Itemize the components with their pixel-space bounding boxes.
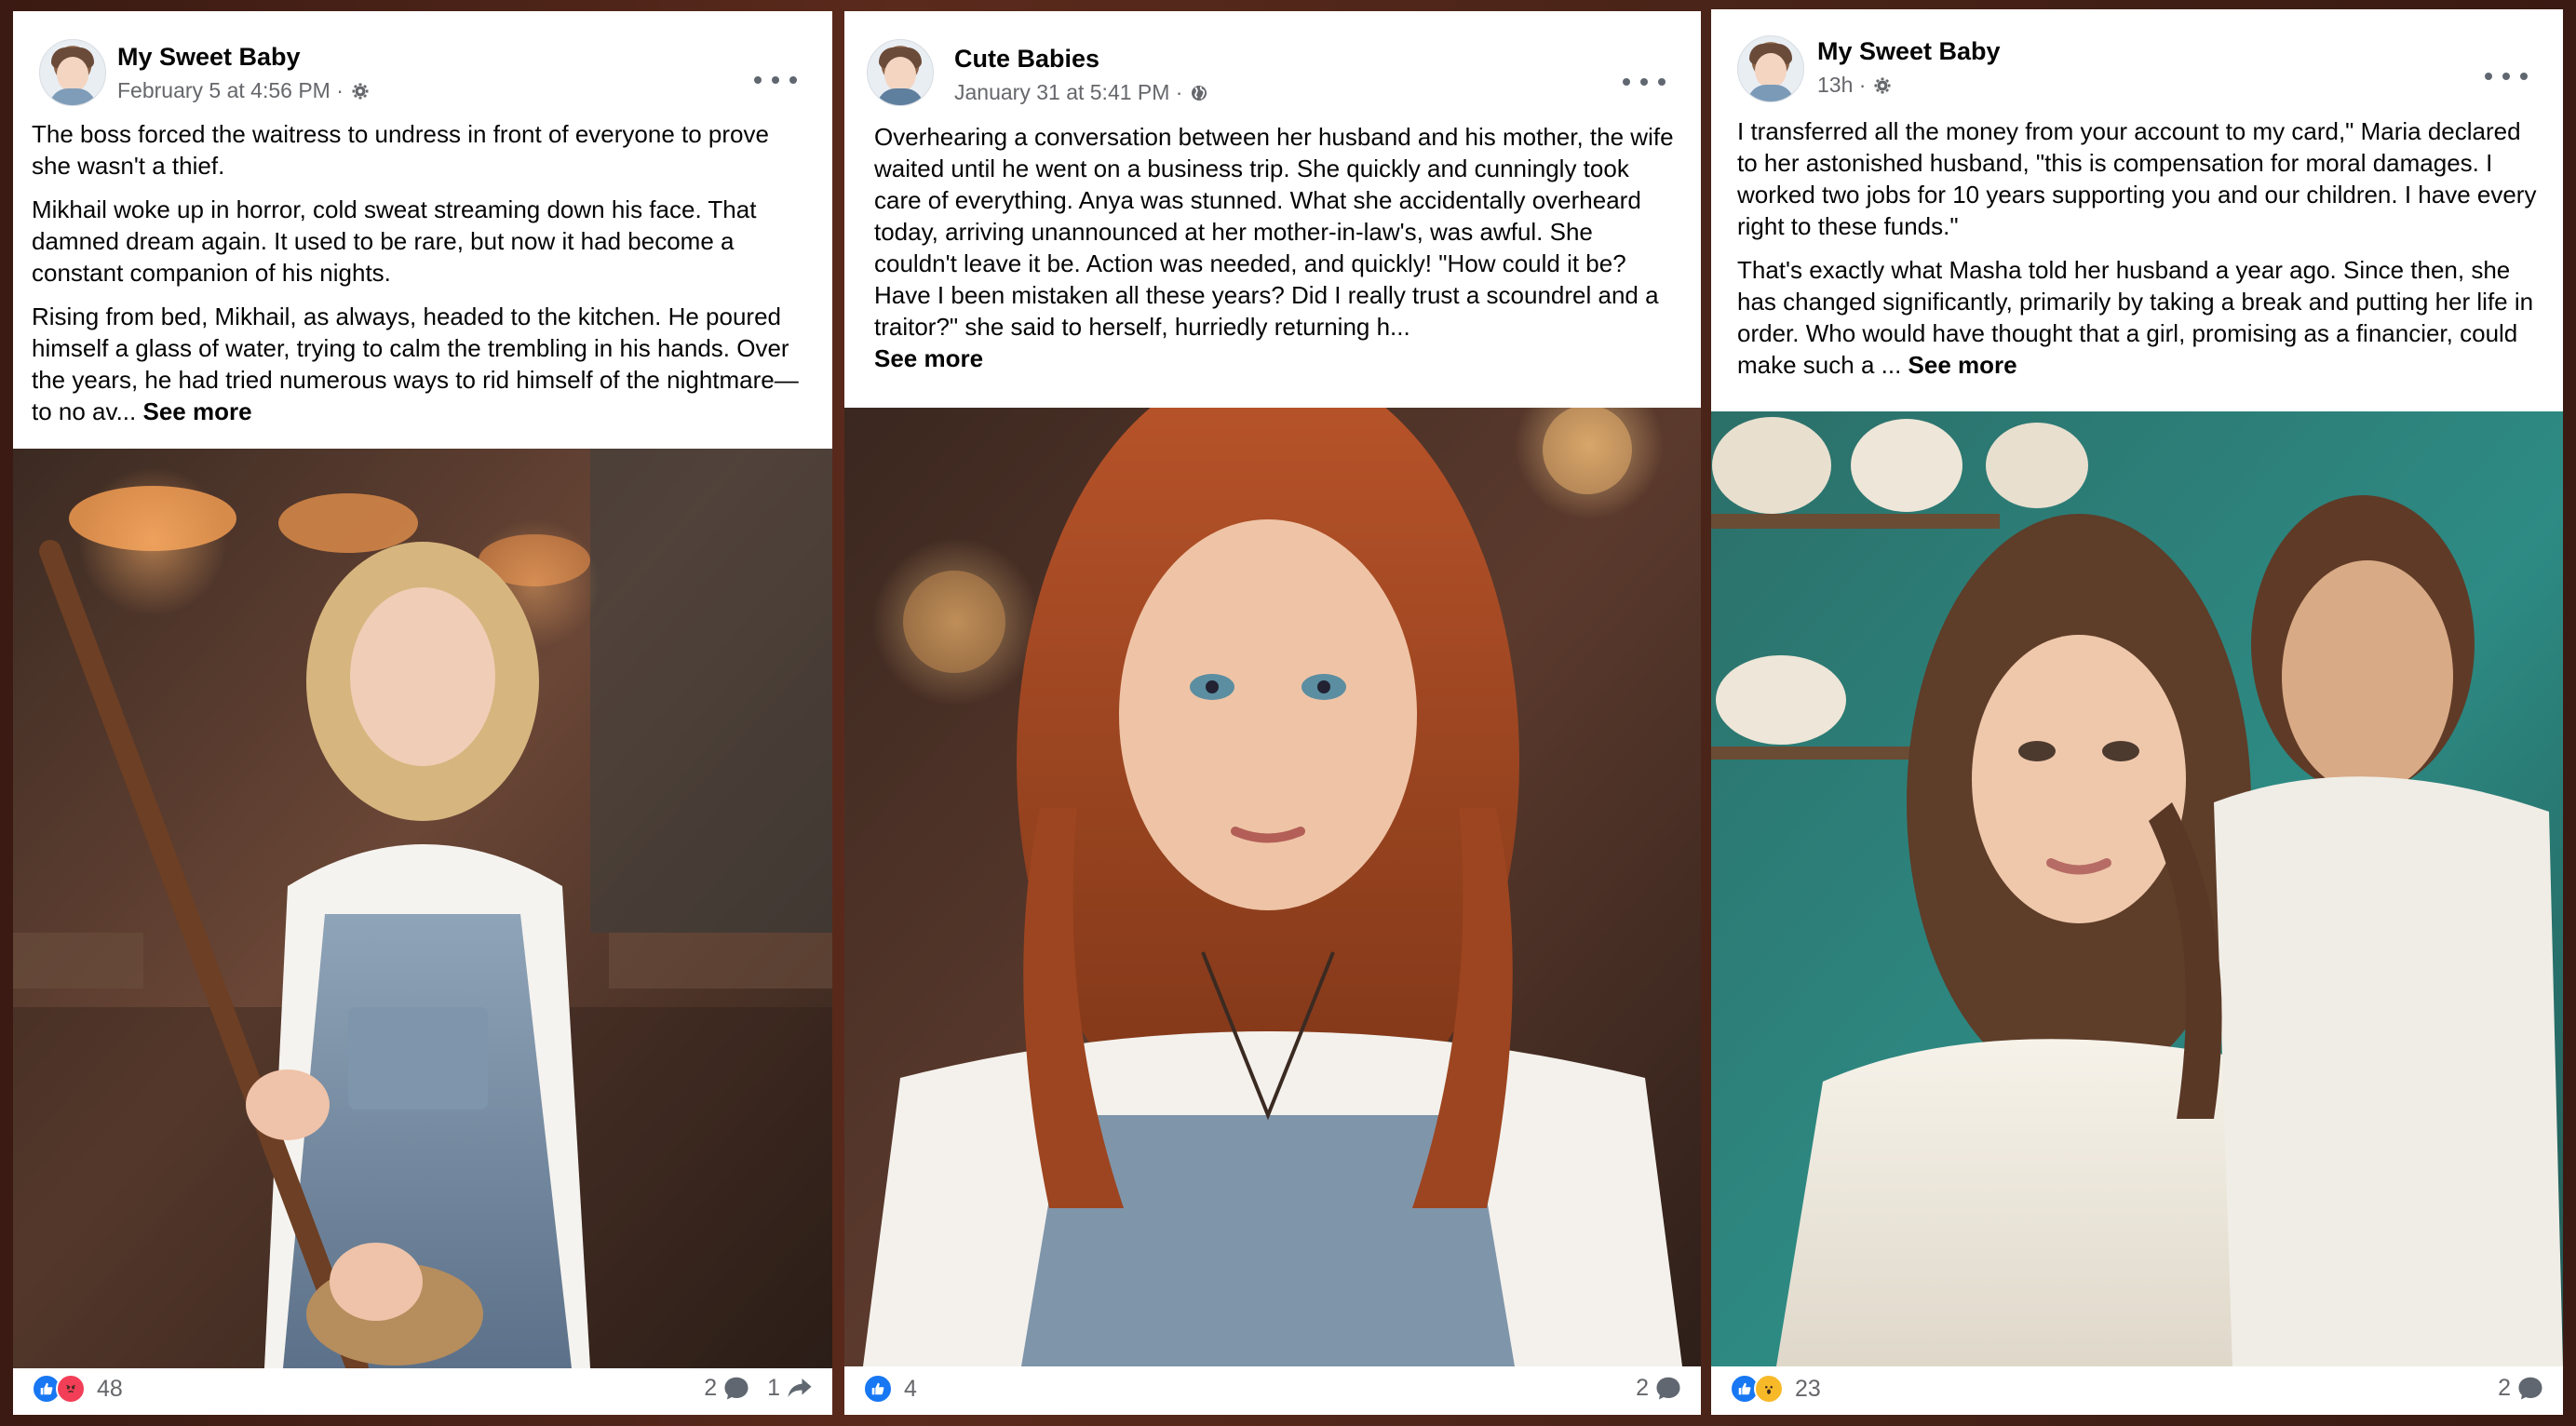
engagement-stats: 2 1 — [704, 1374, 814, 1402]
avatar[interactable] — [867, 39, 934, 106]
post-meta: January 31 at 5:41 PM · — [954, 80, 1208, 105]
post-header: Cute Babies January 31 at 5:41 PM · — [844, 11, 1701, 114]
reaction-count: 23 — [1795, 1375, 1821, 1402]
avatar[interactable] — [39, 39, 106, 106]
post-header: My Sweet Baby February 5 at 4:56 PM · — [13, 11, 832, 114]
post-text: The boss forced the waitress to undress … — [32, 118, 814, 439]
share-count: 1 — [767, 1374, 780, 1401]
author-name[interactable]: My Sweet Baby — [1817, 37, 2001, 66]
like-reaction-icon — [863, 1374, 893, 1404]
post-text: I transferred all the money from your ac… — [1737, 115, 2541, 393]
comment-icon — [1656, 1377, 1680, 1400]
comment-icon — [724, 1377, 749, 1400]
post-card-2: Cute Babies January 31 at 5:41 PM · Over… — [844, 11, 1701, 1415]
post-paragraph-text: That's exactly what Masha told her husba… — [1737, 256, 2534, 379]
post-meta: February 5 at 4:56 PM · — [117, 78, 370, 103]
post-footer: 48 2 1 — [13, 1366, 832, 1415]
comment-count: 2 — [1636, 1374, 1649, 1401]
engagement-stats: 2 — [1636, 1374, 1682, 1402]
comment-stat[interactable]: 2 — [1636, 1374, 1682, 1402]
comment-count: 2 — [704, 1374, 718, 1401]
globe-icon — [1192, 85, 1207, 101]
gear-icon — [352, 83, 369, 99]
post-header: My Sweet Baby 13h · — [1711, 9, 2563, 112]
more-options-icon[interactable] — [754, 69, 797, 91]
angry-reaction-icon — [56, 1374, 86, 1404]
post-paragraph: Mikhail woke up in horror, cold sweat st… — [32, 195, 757, 287]
gear-icon — [1874, 77, 1891, 93]
post-paragraph-text: Overhearing a conversation between her h… — [874, 123, 1674, 341]
comment-stat[interactable]: 2 — [2498, 1374, 2544, 1402]
reaction-count: 4 — [904, 1375, 917, 1402]
post-paragraph: Rising from bed, Mikhail, as always, hea… — [32, 301, 814, 427]
engagement-stats: 2 — [2498, 1374, 2544, 1402]
timestamp[interactable]: January 31 at 5:41 PM · — [954, 80, 1182, 105]
post-image[interactable] — [844, 408, 1701, 1366]
timestamp[interactable]: February 5 at 4:56 PM · — [117, 78, 344, 103]
author-name[interactable]: My Sweet Baby — [117, 43, 301, 72]
reaction-icons — [863, 1374, 893, 1404]
post-meta: 13h · — [1817, 73, 1892, 98]
post-image[interactable] — [1711, 411, 2563, 1366]
post-paragraph: That's exactly what Masha told her husba… — [1737, 254, 2541, 381]
post-card-1: My Sweet Baby February 5 at 4:56 PM · Th… — [13, 11, 832, 1415]
see-more-link[interactable]: See more — [874, 344, 983, 372]
comment-count: 2 — [2498, 1374, 2511, 1401]
reaction-summary[interactable]: 48 — [32, 1374, 123, 1404]
post-paragraph: Overhearing a conversation between her h… — [874, 121, 1679, 374]
comment-stat[interactable]: 2 — [704, 1374, 750, 1402]
author-name[interactable]: Cute Babies — [954, 45, 1099, 74]
reaction-icons — [1730, 1374, 1784, 1404]
post-paragraph: I transferred all the money from your ac… — [1737, 117, 2537, 240]
reaction-summary[interactable]: 23 — [1730, 1374, 1821, 1404]
see-more-link[interactable]: See more — [142, 397, 251, 425]
comment-icon — [2518, 1377, 2542, 1400]
avatar[interactable] — [1737, 35, 1804, 102]
see-more-link[interactable]: See more — [1908, 351, 2017, 379]
reaction-icons — [32, 1374, 86, 1404]
post-footer: 23 2 — [1711, 1366, 2563, 1415]
more-options-icon[interactable] — [1623, 71, 1666, 93]
wow-reaction-icon — [1754, 1374, 1784, 1404]
share-icon — [788, 1379, 812, 1397]
reaction-summary[interactable]: 4 — [863, 1374, 917, 1404]
post-card-3: My Sweet Baby 13h · I transferred all th… — [1711, 9, 2563, 1415]
post-image[interactable] — [13, 449, 832, 1368]
post-text: Overhearing a conversation between her h… — [874, 121, 1679, 386]
post-footer: 4 2 — [844, 1366, 1701, 1415]
share-stat[interactable]: 1 — [767, 1374, 814, 1402]
more-options-icon[interactable] — [2485, 65, 2528, 87]
post-paragraph: The boss forced the waitress to undress … — [32, 120, 769, 180]
timestamp[interactable]: 13h · — [1817, 73, 1866, 98]
reaction-count: 48 — [97, 1375, 123, 1402]
